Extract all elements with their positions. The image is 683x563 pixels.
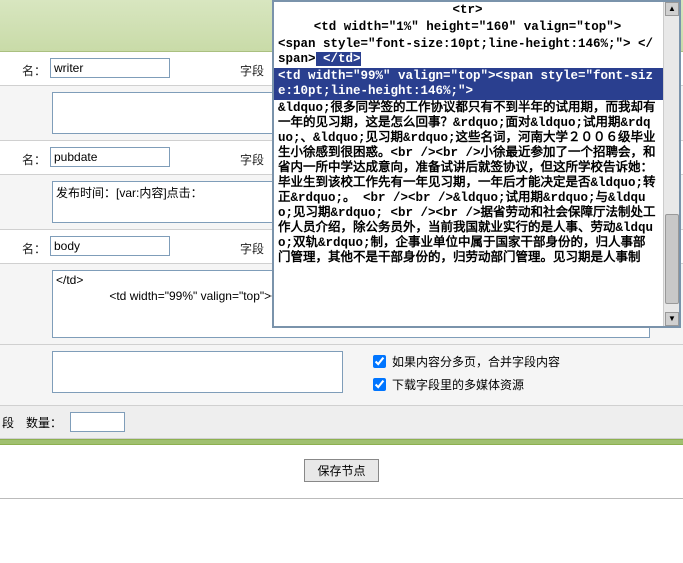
count-prefix: 段 [2, 414, 14, 431]
selected-code-2: <td width="99%" valign="top"><span style… [274, 68, 663, 100]
overlay-scrollbar[interactable]: ▲ ▼ [663, 2, 679, 326]
save-button[interactable]: 保存节点 [304, 459, 378, 482]
body-name-input[interactable] [50, 236, 170, 256]
count-label: 数量： [26, 414, 62, 431]
scroll-up-arrow[interactable]: ▲ [665, 2, 679, 16]
download-media-checkbox[interactable] [373, 378, 386, 391]
label-pubdate-name: 名： [2, 147, 50, 168]
label-field-2: 字段 [240, 147, 264, 168]
bottom-divider [0, 498, 683, 499]
count-input[interactable] [70, 412, 125, 432]
code-line: <tr> [274, 2, 663, 19]
selected-code-1: </td> [316, 52, 361, 66]
writer-name-input[interactable] [50, 58, 170, 78]
merge-pages-checkbox[interactable] [373, 355, 386, 368]
pubdate-name-input[interactable] [50, 147, 170, 167]
code-preview-overlay: <tr> <td width="1%" height="160" valign=… [272, 0, 681, 328]
code-line: <td width="1%" height="160" valign="top"… [274, 19, 663, 36]
merge-pages-label: 如果内容分多页，合并字段内容 [392, 353, 560, 370]
label-field-3: 字段 [240, 236, 264, 257]
extra-textarea[interactable] [52, 351, 343, 393]
label-body-name: 名： [2, 236, 50, 257]
scroll-thumb[interactable] [665, 214, 679, 304]
download-media-label: 下载字段里的多媒体资源 [392, 376, 524, 393]
scroll-down-arrow[interactable]: ▼ [665, 312, 679, 326]
label-field-1: 字段 [240, 58, 264, 79]
label-writer-name: 名： [2, 58, 50, 79]
code-prose: &ldquo;很多同学签的工作协议都只有不到半年的试用期，而我却有一年的见习期，… [274, 100, 663, 267]
code-line: <span style="font-size:10pt;line-height:… [274, 36, 663, 68]
